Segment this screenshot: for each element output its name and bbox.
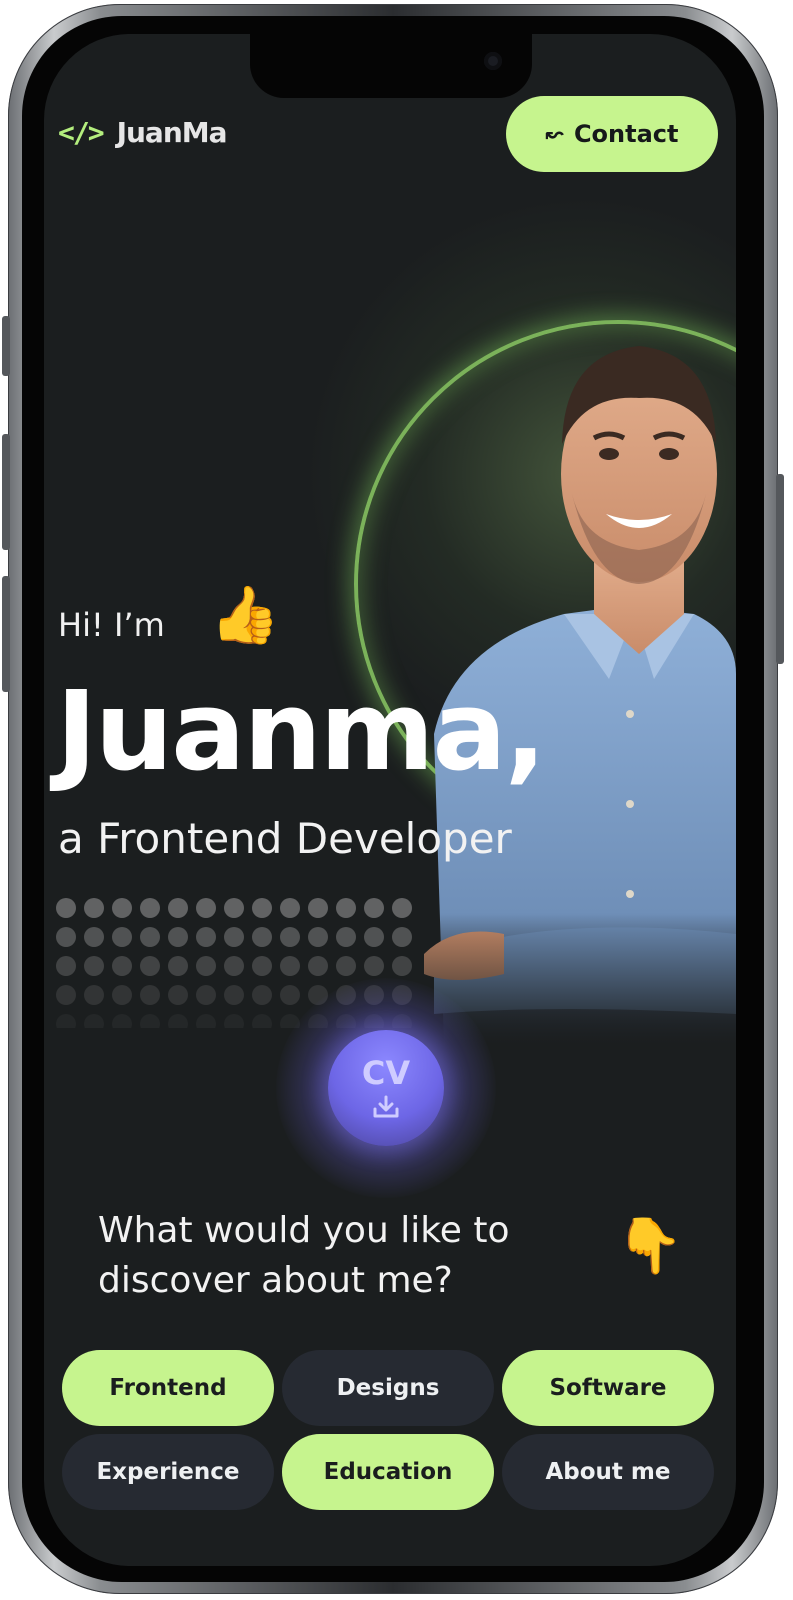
- squiggle-arrow-icon: ↜: [545, 121, 564, 147]
- pattern-dot: [196, 898, 216, 918]
- pattern-dot: [84, 927, 104, 947]
- pattern-dot: [112, 898, 132, 918]
- pattern-dot: [168, 956, 188, 976]
- pattern-dot: [336, 956, 356, 976]
- pattern-dot: [196, 956, 216, 976]
- logo-name: JuanMa: [116, 116, 228, 149]
- code-icon: </>: [58, 116, 105, 149]
- pattern-dot: [252, 898, 272, 918]
- logo[interactable]: </> JuanMa: [58, 116, 228, 149]
- pattern-dot: [196, 1014, 216, 1028]
- hero-name: Juanma,: [56, 667, 546, 795]
- pattern-dot: [280, 927, 300, 947]
- pattern-dot: [252, 927, 272, 947]
- pattern-dot: [224, 956, 244, 976]
- pointing-down-icon: 👇: [616, 1214, 684, 1277]
- pattern-dot: [336, 927, 356, 947]
- pattern-dot: [392, 927, 412, 947]
- category-chips: Frontend Designs Software Experience Edu…: [62, 1350, 714, 1510]
- chip-education[interactable]: Education: [282, 1434, 494, 1510]
- pattern-dot: [364, 927, 384, 947]
- pattern-dot: [224, 927, 244, 947]
- pattern-dot: [56, 898, 76, 918]
- pattern-dot: [224, 1014, 244, 1028]
- pattern-dot: [196, 985, 216, 1005]
- pattern-dot: [168, 985, 188, 1005]
- download-cv-button[interactable]: CV: [328, 1030, 444, 1146]
- pattern-dot: [364, 898, 384, 918]
- pattern-dot: [112, 956, 132, 976]
- contact-label: Contact: [573, 120, 679, 148]
- chip-software[interactable]: Software: [502, 1350, 714, 1426]
- chip-experience[interactable]: Experience: [62, 1434, 274, 1510]
- download-icon: [373, 1095, 399, 1118]
- pattern-dot: [140, 898, 160, 918]
- thumbs-up-icon: 👍: [210, 583, 280, 648]
- pattern-dot: [168, 927, 188, 947]
- pattern-dot: [168, 1014, 188, 1028]
- pattern-dot: [280, 985, 300, 1005]
- contact-button[interactable]: ↜ Contact: [506, 96, 718, 172]
- cv-label: CV: [361, 1054, 411, 1092]
- pattern-dot: [224, 898, 244, 918]
- pattern-dot: [168, 898, 188, 918]
- pattern-dot: [280, 956, 300, 976]
- pattern-dot: [252, 1014, 272, 1028]
- volume-down-button: [2, 576, 10, 692]
- pattern-dot: [196, 927, 216, 947]
- pattern-dot: [56, 956, 76, 976]
- hero-role: a Frontend Developer: [58, 814, 512, 863]
- front-camera: [484, 52, 502, 70]
- mute-switch: [2, 316, 10, 376]
- pattern-dot: [364, 956, 384, 976]
- pattern-dot: [56, 1014, 76, 1028]
- pattern-dot: [140, 985, 160, 1005]
- discover-question: What would you like to discover about me…: [98, 1210, 510, 1302]
- pattern-dot: [84, 985, 104, 1005]
- volume-up-button: [2, 434, 10, 550]
- pattern-dot: [84, 956, 104, 976]
- pattern-dot: [308, 898, 328, 918]
- pattern-dot: [252, 985, 272, 1005]
- pattern-dot: [140, 956, 160, 976]
- pattern-dot: [224, 985, 244, 1005]
- greeting: Hi! I’m: [58, 606, 165, 644]
- pattern-dot: [336, 898, 356, 918]
- pattern-dot: [308, 927, 328, 947]
- chip-about-me[interactable]: About me: [502, 1434, 714, 1510]
- pattern-dot: [252, 956, 272, 976]
- chip-designs[interactable]: Designs: [282, 1350, 494, 1426]
- pattern-dot: [56, 927, 76, 947]
- notch: [250, 34, 532, 98]
- pattern-dot: [280, 898, 300, 918]
- power-button: [776, 474, 784, 664]
- pattern-dot: [112, 1014, 132, 1028]
- pattern-dot: [140, 1014, 160, 1028]
- chip-frontend[interactable]: Frontend: [62, 1350, 274, 1426]
- pattern-dot: [112, 927, 132, 947]
- pattern-dot: [308, 956, 328, 976]
- pattern-dot: [56, 985, 76, 1005]
- pattern-dot: [392, 898, 412, 918]
- pattern-dot: [392, 956, 412, 976]
- pattern-dot: [84, 898, 104, 918]
- pattern-dot: [112, 985, 132, 1005]
- pattern-dot: [84, 1014, 104, 1028]
- screen: </> JuanMa ↜ Contact Hi! I’m 👍 Juanma, a…: [44, 34, 736, 1566]
- pattern-dot: [140, 927, 160, 947]
